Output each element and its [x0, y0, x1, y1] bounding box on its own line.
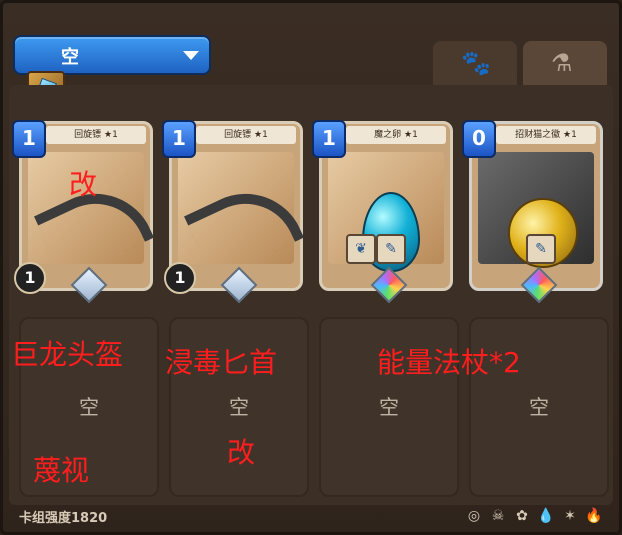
- annotation-text: 浸毒匕首: [165, 346, 278, 379]
- card-magic-egg[interactable]: 魔之卵 ★1 1 ❦ ✎ 1: [312, 120, 453, 304]
- annotation-text: 蔑视: [33, 454, 90, 487]
- paw-icon: 🐾: [461, 49, 491, 77]
- card-attack: 1: [14, 262, 46, 294]
- empty-slot-label: 空: [529, 395, 549, 419]
- deck-power-label: 卡组强度1820: [19, 511, 108, 526]
- chevron-down-icon: [183, 51, 199, 60]
- tab-pets[interactable]: 🐾: [433, 41, 517, 87]
- card-boomerang[interactable]: 回旋镖 ★1 1 1: [162, 120, 305, 304]
- filter-icons: ◎ ☠ ✿ 💧 ✶ 🔥: [465, 505, 603, 527]
- annotation-text: 巨龙头盔: [11, 338, 124, 371]
- leaf-badge-icon: ❦: [346, 234, 376, 264]
- footer: 卡组强度1820 ◎ ☠ ✿ 💧 ✶ 🔥: [9, 503, 617, 529]
- annotation-text: 改: [227, 436, 256, 469]
- paw-filter-icon[interactable]: ✿: [513, 507, 531, 525]
- annotation-text: 改: [69, 168, 98, 201]
- card-cost: 1: [162, 120, 196, 158]
- feather-badge-icon: ✎: [376, 234, 406, 264]
- annotation-text: 能量法杖*2: [377, 346, 521, 379]
- card-lucky-cat-medal[interactable]: 招财猫之徽 ★1 0 ✎ 1: [462, 120, 603, 304]
- circle-filter-icon[interactable]: ◎: [465, 507, 483, 525]
- tab-potions[interactable]: ⚗: [523, 41, 607, 87]
- card-cost: 1: [312, 120, 346, 158]
- wing-filter-icon[interactable]: ✶: [561, 507, 579, 525]
- deck-selector[interactable]: 空: [13, 35, 211, 111]
- card-title: 招财猫之徽 ★1: [496, 126, 596, 144]
- card-boomerang[interactable]: 回旋镖 ★1 1 1: [12, 120, 155, 304]
- fire-filter-icon[interactable]: 🔥: [585, 507, 603, 525]
- card-title: 回旋镖 ★1: [46, 126, 146, 144]
- card-art: [178, 152, 305, 280]
- boomerang-icon: [183, 174, 305, 280]
- deck-name: 空: [61, 47, 79, 68]
- empty-slot-label: 空: [229, 395, 249, 419]
- card-title: 魔之卵 ★1: [346, 126, 446, 144]
- drop-filter-icon[interactable]: 💧: [537, 507, 555, 525]
- potion-flask-icon: ⚗: [551, 49, 573, 77]
- empty-slot-label: 空: [79, 395, 99, 419]
- collection-window: 空 🐾 ⚗ 空 空 空 空 回旋镖 ★1 1 1 回旋镖 ★1 1 1 魔之卵 …: [0, 0, 622, 535]
- card-title: 回旋镖 ★1: [196, 126, 296, 144]
- card-cost: 0: [462, 120, 496, 158]
- card-cost: 1: [12, 120, 46, 158]
- card-attack: 1: [164, 262, 196, 294]
- feather-badge-icon: ✎: [526, 234, 556, 264]
- skull-filter-icon[interactable]: ☠: [489, 507, 507, 525]
- empty-slot-label: 空: [379, 395, 399, 419]
